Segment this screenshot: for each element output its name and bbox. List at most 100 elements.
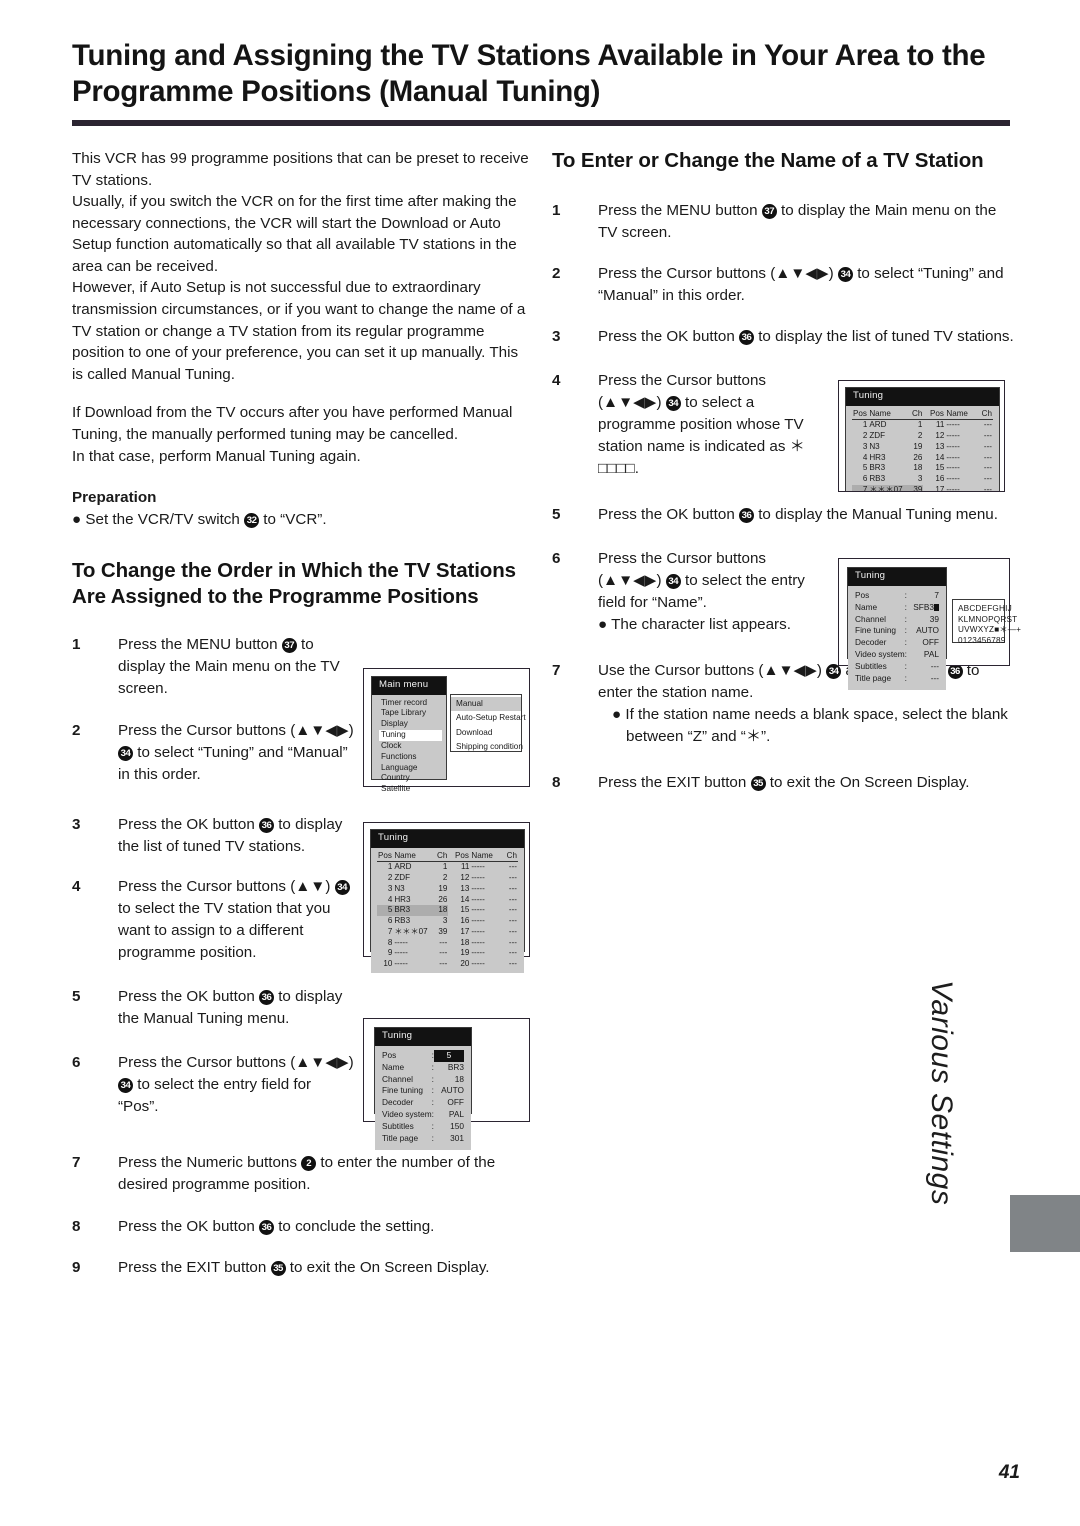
osd-tuning-list-left-title: Tuning	[371, 830, 524, 848]
table-row[interactable]: 5 BR3 18 15 ----- ---	[852, 463, 993, 474]
cell-pos: 7	[852, 484, 869, 491]
tuning-list-left-header-row: Pos Name Ch Pos Name Ch	[377, 850, 518, 863]
table-row[interactable]: 4 HR3 26 14 ----- ---	[377, 895, 518, 906]
osd-main-menu-title: Main menu	[372, 677, 446, 695]
cell-name: ＊＊＊07	[868, 484, 907, 491]
table-row[interactable]: 7 ＊＊＊07 39 17 ----- ---	[377, 927, 518, 938]
main-menu-item-list: Timer record Tape Library Display Tuning…	[372, 695, 446, 797]
table-row[interactable]: 10 ----- --- 20 ----- ---	[377, 959, 518, 970]
cell-pos: 13	[460, 883, 470, 893]
main-menu-item-tape-library[interactable]: Tape Library	[379, 708, 442, 719]
main-menu-item-timer-record[interactable]: Timer record	[379, 698, 442, 709]
main-menu-item-country[interactable]: Country	[379, 773, 442, 784]
field-row-channel[interactable]: Channel : 39	[855, 614, 939, 626]
field-value: 18	[454, 1073, 464, 1084]
cell-ch: 3	[442, 916, 448, 926]
field-colon: :	[431, 1109, 434, 1120]
cell-name: RB3	[869, 474, 886, 484]
field-row-name[interactable]: Name : BR3	[382, 1062, 464, 1074]
main-menu-item-functions[interactable]: Functions	[379, 752, 442, 763]
submenu-item-shipping-condition[interactable]: Shipping condition	[451, 740, 523, 754]
cell-pos: 20	[460, 959, 470, 969]
field-row-title-page[interactable]: Title page : 301	[382, 1133, 464, 1145]
field-row-fine-tuning[interactable]: Fine tuning : AUTO	[382, 1085, 464, 1097]
main-menu-item-satellite[interactable]: Satellite	[379, 784, 442, 795]
submenu-item-manual[interactable]: Manual	[451, 697, 521, 712]
field-row-name[interactable]: Name : SFB3	[855, 602, 939, 614]
key-ref-36: 36	[258, 818, 274, 834]
cell-name: -----	[945, 484, 977, 491]
cell-ch: ---	[983, 463, 992, 473]
cell-name: RB3	[394, 916, 411, 926]
right-step-3-number: 3	[552, 327, 561, 345]
field-row-channel[interactable]: Channel : 18	[382, 1074, 464, 1086]
field-row-fine-tuning[interactable]: Fine tuning : AUTO	[855, 625, 939, 637]
osd-manual-tuning-left: Tuning Pos : 5 Name : BR3 Channel : 18 F…	[374, 1027, 472, 1151]
table-row[interactable]: 2 ZDF 2 12 ----- ---	[377, 873, 518, 884]
main-menu-item-display[interactable]: Display	[379, 719, 442, 730]
field-row-decoder[interactable]: Decoder : OFF	[382, 1097, 464, 1109]
table-row[interactable]: 9 ----- --- 19 ----- ---	[377, 948, 518, 959]
field-value: OFF	[447, 1097, 464, 1108]
cell-ch: ---	[508, 894, 517, 904]
right-step-4-number: 4	[552, 371, 561, 389]
key-ref-34: 34	[826, 664, 842, 680]
preparation-text-pre: ● Set the VCR/TV switch	[72, 510, 245, 528]
field-value: ---	[930, 661, 939, 672]
key-ref-34: 34	[118, 1078, 133, 1094]
character-list-row-4[interactable]: 0123456789	[958, 636, 1005, 647]
main-menu-item-clock[interactable]: Clock	[379, 741, 442, 752]
field-row-video-system[interactable]: Video system : PAL	[382, 1109, 464, 1121]
key-ref-34: 34	[334, 880, 350, 896]
field-row-subtitles[interactable]: Subtitles : ---	[855, 661, 939, 673]
field-row-decoder[interactable]: Decoder : OFF	[855, 637, 939, 649]
right-step-1-number: 1	[552, 201, 561, 219]
title-divider	[72, 120, 1010, 126]
submenu-item-download[interactable]: Download	[451, 726, 521, 740]
field-row-pos[interactable]: Pos : 5	[382, 1049, 464, 1062]
table-row-selected[interactable]: 7 ＊＊＊07 39 17 ----- ---	[852, 484, 993, 491]
manual-tuning-left-table: Pos : 5 Name : BR3 Channel : 18 Fine tun…	[382, 1049, 464, 1146]
cell-name: BR3	[393, 905, 432, 917]
field-label: Channel	[382, 1073, 413, 1084]
left-step-3-text-pre: Press the OK button	[118, 816, 259, 834]
header-ch: Ch	[431, 850, 449, 863]
character-list-row-2[interactable]: KLMNOPQRST	[958, 615, 1017, 626]
header-name: Name	[868, 408, 907, 421]
field-value: AUTO	[916, 625, 939, 636]
table-row[interactable]: 6 RB3 3 16 ----- ---	[377, 916, 518, 927]
field-row-video-system[interactable]: Video system : PAL	[855, 649, 939, 661]
table-row[interactable]: 6 RB3 3 16 ----- ---	[852, 474, 993, 485]
intro-paragraph-1: This VCR has 99 programme positions that…	[72, 150, 529, 189]
field-row-title-page[interactable]: Title page : ---	[855, 673, 939, 685]
page-number: 41	[998, 1462, 1020, 1483]
submenu-item-auto-setup-restart[interactable]: Auto-Setup Restart	[451, 711, 526, 725]
cell-name: -----	[471, 873, 485, 883]
table-row[interactable]: 3 N3 19 13 ----- ---	[377, 884, 518, 895]
field-label: Channel	[855, 613, 886, 624]
field-row-pos[interactable]: Pos : 7	[855, 590, 939, 602]
table-row[interactable]: 2 ZDF 2 12 ----- ---	[852, 431, 993, 442]
left-step-7: 7 Press the Numeric buttons 2 to enter t…	[72, 1152, 532, 1196]
manual-tuning-left-fields: Pos : 5 Name : BR3 Channel : 18 Fine tun…	[375, 1045, 471, 1151]
cell-ch: ---	[983, 420, 992, 430]
field-row-subtitles[interactable]: Subtitles : 150	[382, 1121, 464, 1133]
table-row[interactable]: 3 N3 19 13 ----- ---	[852, 442, 993, 453]
cell-ch: 19	[913, 441, 923, 451]
cell-pos: 6	[862, 474, 868, 484]
character-list-row-3[interactable]: UVWXYZ■＊—+	[958, 625, 1021, 636]
main-menu-item-language[interactable]: Language	[379, 763, 442, 774]
main-menu-item-tuning[interactable]: Tuning	[379, 730, 442, 741]
table-row[interactable]: 1 ARD 1 11 ----- ---	[852, 420, 993, 431]
table-row-selected[interactable]: 5 BR3 18 15 ----- ---	[377, 905, 518, 917]
cell-name: BR3	[869, 463, 886, 473]
field-label: Subtitles	[382, 1121, 414, 1132]
table-row[interactable]: 1 ARD 1 11 ----- ---	[377, 862, 518, 873]
table-row[interactable]: 4 HR3 26 14 ----- ---	[852, 453, 993, 464]
character-list-row-1[interactable]: ABCDEFGHIJ	[958, 604, 1012, 615]
field-colon: :	[904, 613, 907, 624]
cell-name: -----	[946, 420, 960, 430]
right-step-8: 8 Press the EXIT button 35 to exit the O…	[552, 772, 1014, 794]
field-colon: :	[904, 589, 907, 600]
table-row[interactable]: 8 ----- --- 18 ----- ---	[377, 938, 518, 949]
